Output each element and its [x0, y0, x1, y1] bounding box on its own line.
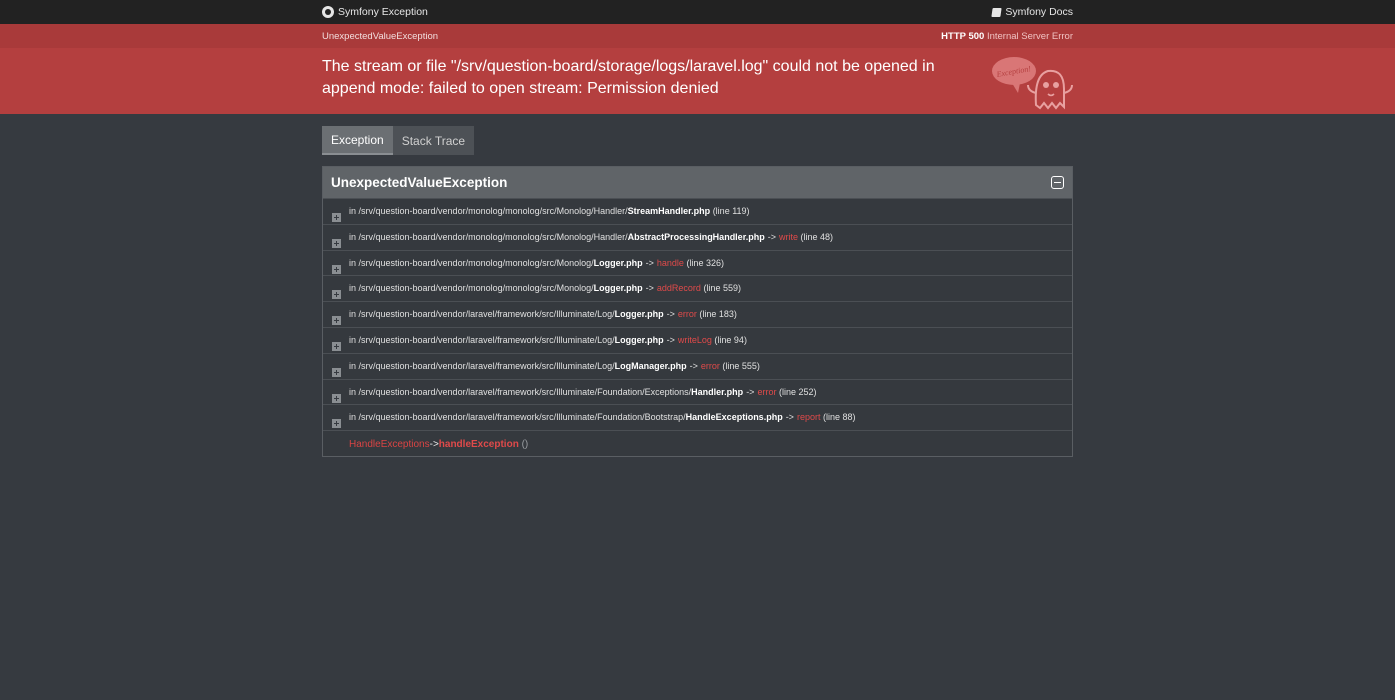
trace-row: in /srv/question-board/vendor/monolog/mo…: [323, 198, 1072, 224]
call-arrow: ->: [645, 283, 654, 294]
expand-icon[interactable]: [332, 341, 341, 351]
tab-exception[interactable]: Exception: [322, 126, 393, 155]
expand-icon[interactable]: [332, 393, 341, 403]
trace-path: in /srv/question-board/vendor/laravel/fr…: [349, 334, 615, 345]
tab-bar: Exception Stack Trace: [322, 126, 1073, 155]
symfony-logo-icon: [322, 6, 334, 18]
trace-lineno: (line 252): [776, 386, 817, 397]
ghost-mascot-icon: Exception!: [992, 57, 1073, 110]
trace-file: Logger.php: [593, 283, 643, 294]
trace-function: writeLog: [677, 334, 712, 345]
trace-path: in /srv/question-board/vendor/laravel/fr…: [349, 360, 615, 371]
trace-file: Logger.php: [614, 309, 664, 320]
trace-file: HandleExceptions.php: [685, 412, 783, 423]
trace-row: in /srv/question-board/vendor/laravel/fr…: [323, 404, 1072, 430]
trace-panel: UnexpectedValueException in /srv/questio…: [322, 166, 1073, 458]
tab-stack-trace[interactable]: Stack Trace: [392, 126, 475, 155]
trace-file: StreamHandler.php: [627, 206, 711, 216]
exception-class: UnexpectedValueException: [322, 30, 439, 42]
trace-function: addRecord: [656, 283, 701, 294]
trace-lineno: (line 119): [710, 206, 750, 216]
trace-file: LogManager.php: [614, 360, 687, 371]
trace-last-row: HandleExceptions->handleException (): [323, 430, 1072, 456]
trace-line: in /srv/question-board/vendor/laravel/fr…: [349, 361, 760, 371]
collapse-icon[interactable]: [1051, 176, 1064, 189]
call-arrow: ->: [689, 360, 698, 371]
trace-file: Handler.php: [691, 386, 744, 397]
trace-path: in /srv/question-board/vendor/monolog/mo…: [349, 231, 628, 242]
trace-title: UnexpectedValueException: [331, 175, 508, 190]
trace-row: in /srv/question-board/vendor/monolog/mo…: [323, 223, 1072, 250]
trace-file: Logger.php: [614, 334, 664, 345]
call-arrow: ->: [785, 412, 794, 423]
trace-function: error: [757, 386, 777, 397]
trace-lineno: (line 555): [719, 360, 760, 371]
status-text: Internal Server Error: [986, 30, 1073, 42]
call-arrow: ->: [666, 309, 675, 320]
docs-link[interactable]: Symfony Docs: [991, 6, 1073, 18]
trace-function: error: [677, 309, 697, 320]
trace-row: in /srv/question-board/vendor/laravel/fr…: [323, 352, 1072, 379]
trace-header[interactable]: UnexpectedValueException: [323, 167, 1072, 198]
trace-lineno: (line 88): [820, 412, 856, 423]
trace-function: handle: [656, 257, 684, 268]
expand-icon[interactable]: [332, 290, 341, 300]
trace-file: Logger.php: [593, 257, 643, 268]
trace-row: in /srv/question-board/vendor/laravel/fr…: [323, 326, 1072, 353]
call-arrow: ->: [666, 334, 675, 345]
exception-message: The stream or file "/srv/question-board/…: [322, 58, 935, 97]
status-code: HTTP 500: [941, 30, 985, 42]
trace-line: in /srv/question-board/vendor/laravel/fr…: [349, 412, 855, 422]
trace-row: in /srv/question-board/vendor/monolog/mo…: [323, 249, 1072, 276]
trace-line: in /srv/question-board/vendor/laravel/fr…: [349, 387, 817, 397]
call-arrow: ->: [645, 257, 654, 268]
trace-row: in /srv/question-board/vendor/laravel/fr…: [323, 378, 1072, 405]
expand-icon[interactable]: [332, 367, 341, 377]
last-args: (): [521, 439, 529, 451]
trace-line: in /srv/question-board/vendor/monolog/mo…: [349, 206, 750, 216]
trace-path: in /srv/question-board/vendor/monolog/mo…: [349, 283, 594, 294]
trace-rows: in /srv/question-board/vendor/monolog/mo…: [323, 198, 1072, 430]
exception-banner: The stream or file "/srv/question-board/…: [0, 48, 1395, 114]
last-function: handleException: [438, 439, 519, 451]
brand-label: Symfony Exception: [338, 6, 428, 18]
brand[interactable]: Symfony Exception: [322, 6, 428, 18]
trace-lineno: (line 326): [683, 257, 724, 268]
trace-function: report: [796, 412, 821, 423]
trace-function: write: [778, 231, 798, 242]
trace-lineno: (line 183): [696, 309, 737, 320]
trace-path: in /srv/question-board/vendor/monolog/mo…: [349, 206, 628, 216]
exception-subheader: UnexpectedValueException HTTP 500 Intern…: [0, 24, 1395, 48]
call-arrow: ->: [767, 231, 776, 242]
expand-icon[interactable]: [332, 238, 341, 248]
trace-file: AbstractProcessingHandler.php: [627, 231, 765, 242]
top-bar: Symfony Exception Symfony Docs: [0, 0, 1395, 24]
last-class: HandleExceptions: [349, 439, 430, 451]
expand-icon[interactable]: [332, 419, 341, 429]
trace-lineno: (line 94): [711, 334, 747, 345]
trace-line: in /srv/question-board/vendor/monolog/mo…: [349, 258, 724, 268]
expand-icon[interactable]: [332, 264, 341, 274]
trace-path: in /srv/question-board/vendor/laravel/fr…: [349, 386, 692, 397]
trace-lineno: (line 48): [797, 231, 833, 242]
book-icon: [991, 7, 1002, 17]
trace-lineno: (line 559): [700, 283, 741, 294]
expand-icon[interactable]: [332, 213, 341, 222]
trace-line: in /srv/question-board/vendor/laravel/fr…: [349, 309, 737, 319]
trace-line: in /srv/question-board/vendor/monolog/mo…: [349, 283, 741, 293]
trace-path: in /srv/question-board/vendor/laravel/fr…: [349, 412, 686, 423]
trace-line: in /srv/question-board/vendor/laravel/fr…: [349, 335, 747, 345]
call-arrow: ->: [746, 386, 755, 397]
trace-row: in /srv/question-board/vendor/monolog/mo…: [323, 275, 1072, 301]
trace-row: in /srv/question-board/vendor/laravel/fr…: [323, 301, 1072, 327]
trace-path: in /srv/question-board/vendor/laravel/fr…: [349, 309, 615, 320]
trace-path: in /srv/question-board/vendor/monolog/mo…: [349, 257, 594, 268]
last-arrow: ->: [429, 439, 439, 451]
trace-function: error: [700, 360, 720, 371]
trace-line: in /srv/question-board/vendor/monolog/mo…: [349, 232, 833, 242]
http-status: HTTP 500 Internal Server Error: [941, 31, 1073, 42]
expand-icon[interactable]: [332, 316, 341, 326]
docs-label: Symfony Docs: [1005, 6, 1073, 18]
